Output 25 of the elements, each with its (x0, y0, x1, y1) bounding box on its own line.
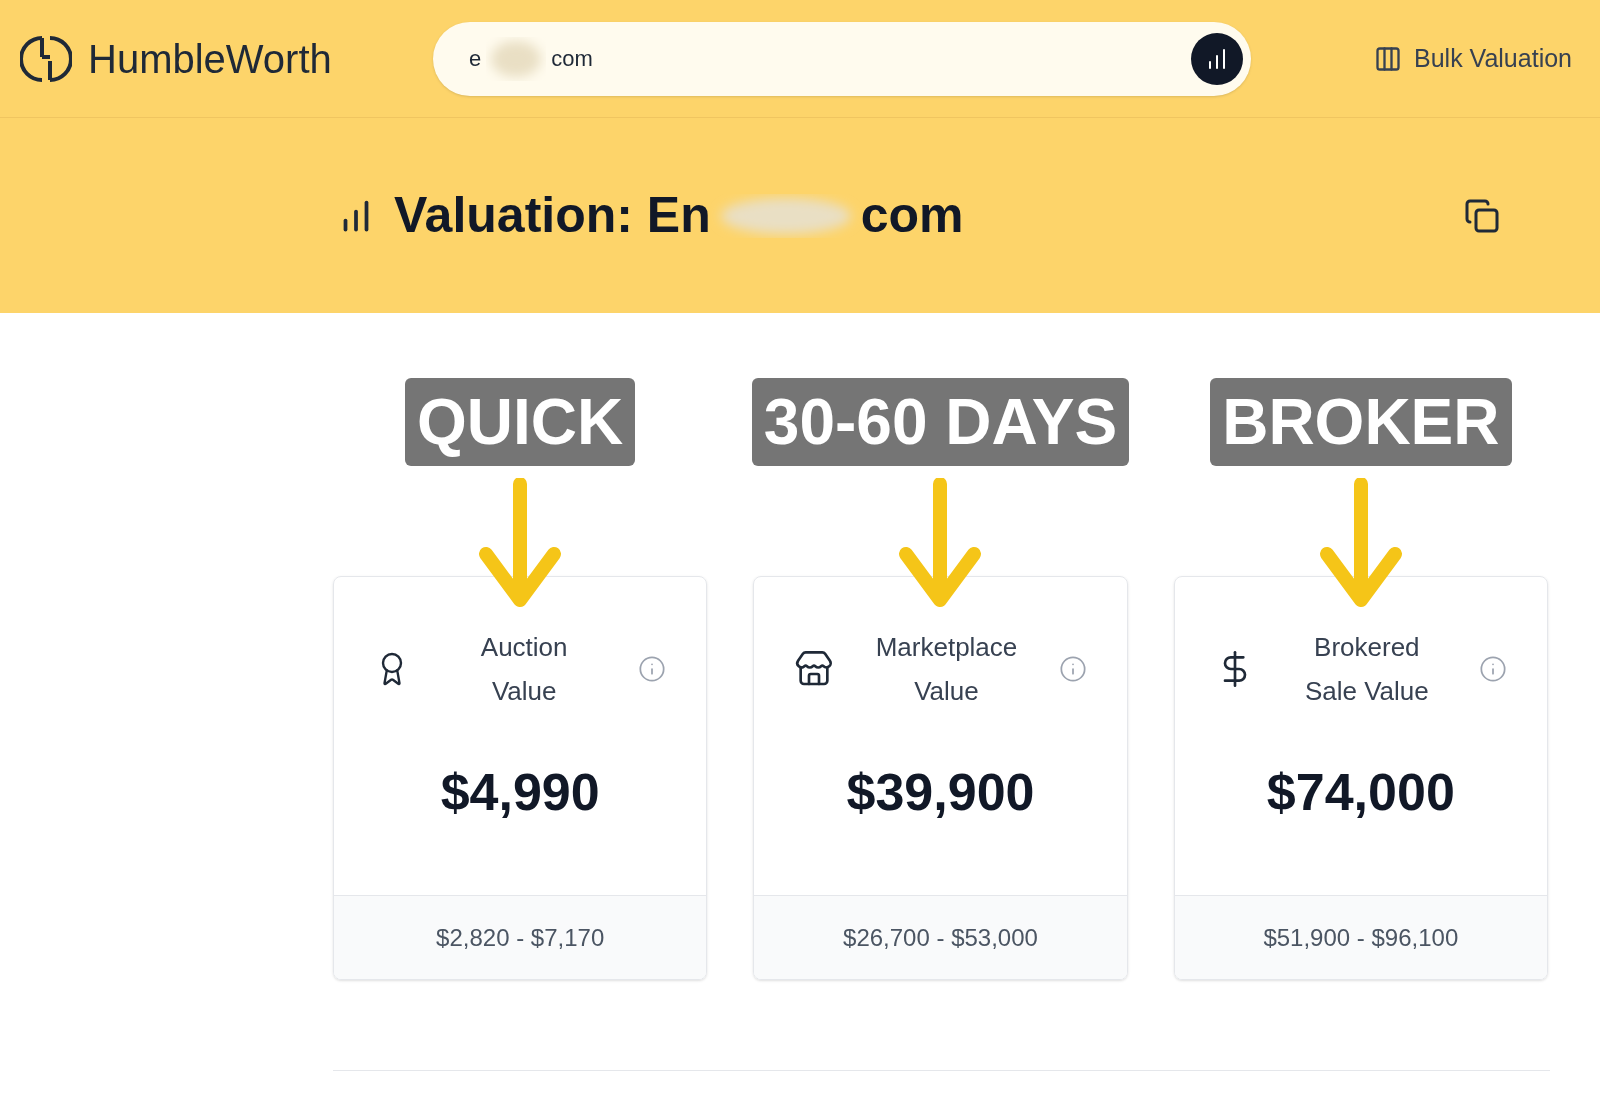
info-icon[interactable] (1479, 655, 1507, 683)
card-value: $39,900 (846, 762, 1035, 823)
title-text: com (860, 186, 964, 245)
search-text: e (469, 45, 482, 73)
logo-text: HumbleWorth (88, 35, 333, 83)
card-title: Marketplace Value (875, 631, 1018, 708)
search-text: com (551, 45, 593, 73)
card-value: $4,990 (440, 762, 600, 823)
search-field[interactable]: e com (433, 21, 1251, 96)
info-icon[interactable] (1058, 655, 1087, 683)
valuate-button[interactable] (1191, 32, 1243, 85)
range-text: $26,700 - $53,000 (843, 922, 1038, 953)
annotation-label: QUICK (405, 378, 636, 466)
annotation-label: BROKER (1210, 378, 1512, 466)
bulk-valuation-button[interactable]: Bulk Valuation (1374, 39, 1572, 78)
card-value: $74,000 (1266, 762, 1455, 823)
info-icon[interactable] (638, 655, 667, 683)
range-text: $51,900 - $96,100 (1263, 922, 1459, 953)
columns-icon (1374, 44, 1402, 73)
title-text: Valuation: En (394, 186, 711, 245)
annotation-label: 30-60 DAYS (751, 378, 1130, 466)
copy-icon[interactable] (1464, 197, 1500, 234)
card-title: Auction Value (480, 631, 568, 708)
card-title: Brokered Sale Value (1304, 631, 1429, 708)
range-text: $2,820 - $7,170 (436, 922, 605, 953)
